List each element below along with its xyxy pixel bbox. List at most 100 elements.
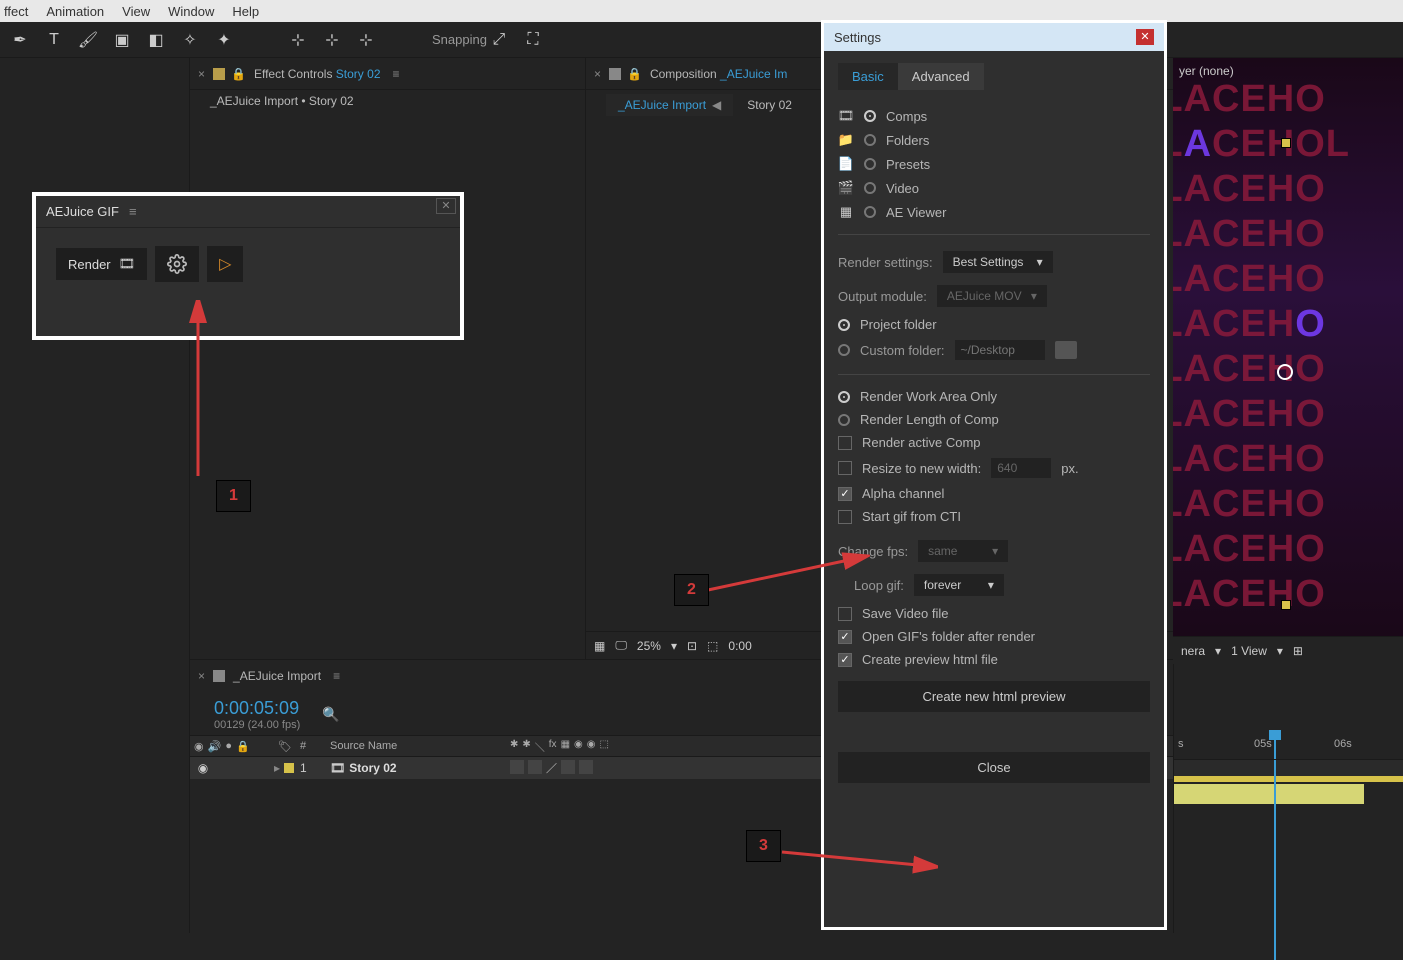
pin-tool-icon[interactable]: ✦ [212, 28, 236, 52]
camera-label[interactable]: nera [1181, 644, 1205, 658]
monitor-icon[interactable]: 🖵 [615, 638, 627, 653]
tab-advanced[interactable]: Advanced [898, 63, 984, 90]
check-active-comp[interactable] [838, 436, 852, 450]
axis-local-icon[interactable]: ⊹ [286, 28, 310, 52]
close-icon[interactable]: × [198, 669, 205, 683]
radio-comps[interactable] [864, 110, 876, 122]
playhead[interactable] [1274, 732, 1276, 759]
anchor-marker[interactable] [1281, 600, 1291, 610]
close-icon[interactable]: ✕ [1136, 29, 1154, 45]
time-ruler[interactable]: s 05s 06s [1174, 732, 1403, 760]
radio-length-comp[interactable] [838, 414, 850, 426]
switch-icon[interactable]: ▦ [561, 739, 570, 754]
grid-icon[interactable]: ▦ [594, 639, 605, 653]
tab-basic[interactable]: Basic [838, 63, 898, 90]
preview-button[interactable]: ▷ [207, 246, 243, 282]
output-module-select[interactable]: AEJuice MOV▾ [937, 285, 1047, 307]
check-open-folder[interactable]: ✓ [838, 630, 852, 644]
comp-tab-aejuice[interactable]: _AEJuice Import◀ [606, 94, 733, 116]
switch-icon[interactable]: ◉ [574, 739, 583, 754]
menu-view[interactable]: View [122, 4, 150, 19]
custom-folder-input[interactable] [955, 340, 1045, 360]
create-preview-button[interactable]: Create new html preview [838, 681, 1150, 712]
panel-menu-icon[interactable]: ≡ [333, 669, 340, 683]
close-icon[interactable]: ✕ [436, 198, 456, 214]
loop-gif-label: Loop gif: [854, 578, 904, 593]
view-count[interactable]: 1 View [1231, 644, 1267, 658]
switch-icon[interactable]: ✱ [510, 739, 518, 754]
render-settings-select[interactable]: Best Settings▾ [943, 251, 1053, 273]
axis-world-icon[interactable]: ⊹ [320, 28, 344, 52]
radio-aeviewer[interactable] [864, 206, 876, 218]
menu-help[interactable]: Help [232, 4, 259, 19]
radio-video[interactable] [864, 182, 876, 194]
effect-controls-link[interactable]: Story 02 [336, 67, 381, 81]
check-resize[interactable] [838, 461, 852, 475]
panel-menu-icon[interactable]: ≡ [393, 67, 400, 81]
anchor-point-icon[interactable] [1277, 364, 1293, 380]
close-icon[interactable]: × [594, 67, 601, 81]
check-alpha[interactable]: ✓ [838, 487, 852, 501]
play-icon: ▷ [219, 254, 231, 274]
switch-icon[interactable]: ＼ [535, 739, 545, 754]
menubar[interactable]: ffect Animation View Window Help [0, 0, 1403, 22]
radio-custom-folder[interactable] [838, 344, 850, 356]
panel-menu-icon[interactable]: ≡ [129, 204, 137, 219]
check-save-video[interactable] [838, 607, 852, 621]
render-button[interactable]: Render 🎞 [56, 248, 147, 280]
zoom-level[interactable]: 25% [637, 639, 661, 653]
composition-link[interactable]: _AEJuice Im [720, 67, 787, 81]
audio-icon[interactable]: 🔊 [208, 740, 222, 753]
close-icon[interactable]: × [198, 67, 205, 81]
radio-folders[interactable] [864, 134, 876, 146]
resize-input[interactable] [991, 458, 1051, 478]
dropdown-icon[interactable]: ▾ [1215, 644, 1221, 658]
check-start-cti[interactable] [838, 510, 852, 524]
settings-titlebar[interactable]: Settings ✕ [824, 23, 1164, 51]
browse-folder-icon[interactable] [1055, 341, 1077, 359]
layer-track[interactable] [1174, 784, 1364, 804]
solo-icon[interactable]: ● [225, 740, 232, 753]
loop-gif-select[interactable]: forever▾ [914, 574, 1004, 596]
radio-work-area[interactable] [838, 391, 850, 403]
settings-button[interactable] [155, 246, 199, 282]
view-options-icon[interactable]: ⊞ [1293, 644, 1303, 658]
close-button[interactable]: Close [838, 752, 1150, 783]
switch-icon[interactable]: fx [549, 739, 557, 754]
switch-icon[interactable]: ✱ [522, 739, 530, 754]
type-tool-icon[interactable]: T [42, 28, 66, 52]
stamp-tool-icon[interactable]: ▣ [110, 28, 134, 52]
comp-tab-story02[interactable]: Story 02 [735, 94, 804, 116]
snap-box-icon[interactable]: ⛶ [521, 28, 545, 52]
lock-col-icon[interactable]: 🔒 [236, 740, 250, 753]
layer-name[interactable]: Story 02 [349, 761, 396, 775]
eye-icon[interactable]: ◉ [194, 761, 212, 775]
roto-tool-icon[interactable]: ✧ [178, 28, 202, 52]
region-icon[interactable]: ⬚ [707, 639, 718, 653]
check-create-preview[interactable]: ✓ [838, 653, 852, 667]
visibility-icon[interactable]: ◉ [194, 740, 204, 753]
snap-icon[interactable]: ⤢ [487, 28, 511, 52]
brush-tool-icon[interactable]: 🖌 [76, 28, 100, 52]
eraser-tool-icon[interactable]: ◧ [144, 28, 168, 52]
radio-project-folder[interactable] [838, 319, 850, 331]
switch-icon[interactable]: ◉ [587, 739, 596, 754]
dropdown-icon[interactable]: ▾ [1277, 644, 1283, 658]
snapping-label[interactable]: Snapping [432, 32, 487, 47]
search-icon[interactable]: 🔍 [322, 706, 339, 723]
menu-animation[interactable]: Animation [46, 4, 104, 19]
lock-icon[interactable]: 🔒 [627, 67, 642, 81]
radio-presets[interactable] [864, 158, 876, 170]
pen-tool-icon[interactable]: ✒ [8, 28, 32, 52]
resolution-icon[interactable]: ⊡ [687, 639, 697, 653]
timecode[interactable]: 0:00:05:09 [214, 698, 300, 719]
axis-view-icon[interactable]: ⊹ [354, 28, 378, 52]
anchor-marker[interactable] [1281, 138, 1291, 148]
lock-icon[interactable]: 🔒 [231, 67, 246, 81]
menu-window[interactable]: Window [168, 4, 214, 19]
switch-icon[interactable]: ⬚ [599, 739, 608, 754]
dropdown-icon[interactable]: ▾ [671, 639, 677, 653]
menu-effect[interactable]: ffect [4, 4, 28, 19]
comp-time[interactable]: 0:00 [728, 639, 751, 653]
change-fps-select[interactable]: same▾ [918, 540, 1008, 562]
